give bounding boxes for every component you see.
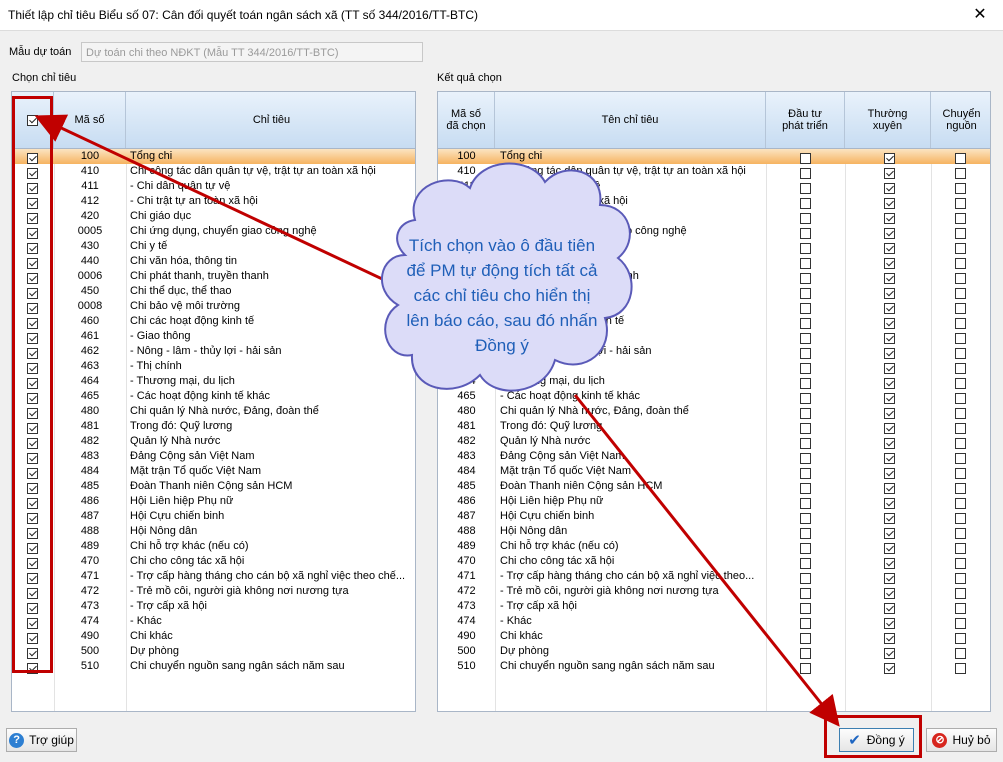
- annotation-layer: [34, 114, 840, 727]
- arrow-to-ok-button: [573, 394, 840, 727]
- arrow-to-checkbox: [34, 114, 396, 287]
- callout-text: Tích chọn vào ô đầu tiên để PM tự động t…: [406, 236, 598, 355]
